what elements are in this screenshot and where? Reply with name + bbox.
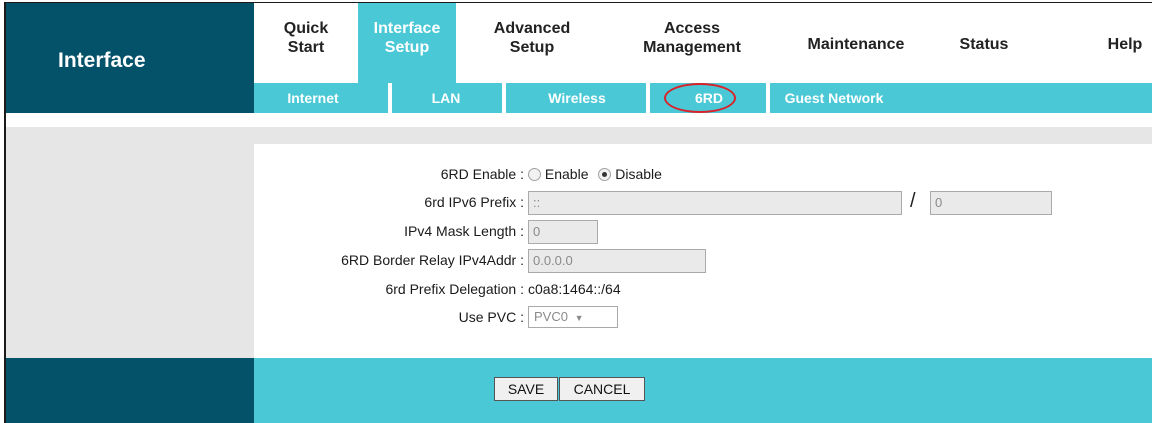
disable-radio[interactable] bbox=[598, 168, 612, 181]
ipv6-prefix-label: 6rd IPv6 Prefix : bbox=[424, 194, 524, 210]
nav-label: Advanced bbox=[493, 20, 571, 37]
pvc-select[interactable]: PVC0 ▼ bbox=[528, 306, 618, 328]
prefix-separator: / bbox=[910, 190, 916, 212]
content-sidebar bbox=[6, 144, 254, 358]
footer-bar: SAVE CANCEL bbox=[254, 358, 1152, 423]
nav-label: Setup bbox=[509, 39, 555, 56]
chevron-down-icon: ▼ bbox=[574, 313, 584, 323]
subnav-divider bbox=[502, 83, 506, 113]
subnav-6rd[interactable]: 6RD bbox=[664, 83, 754, 113]
use-pvc-label: Use PVC : bbox=[458, 309, 524, 325]
footer-sidebar bbox=[6, 358, 254, 423]
nav-label: Management bbox=[643, 39, 741, 56]
sub-navigation: Internet LAN Wireless 6RD Guest Network bbox=[254, 83, 1152, 113]
ipv4-mask-label: IPv4 Mask Length : bbox=[404, 223, 524, 239]
enable-option-label: Enable bbox=[544, 166, 589, 182]
row-use-pvc: Use PVC : PVC0 ▼ bbox=[254, 306, 1152, 330]
top-navigation: Quick Start Interface Setup Advanced Set… bbox=[254, 3, 1152, 83]
router-admin-page: Interface Quick Start Interface Setup Ad… bbox=[4, 2, 1152, 423]
nav-maintenance[interactable]: Maintenance bbox=[788, 35, 924, 54]
nav-quick-start[interactable]: Quick Start bbox=[276, 19, 336, 57]
ipv6-prefix-length-input[interactable]: 0 bbox=[930, 191, 1052, 215]
subnav-guest-network[interactable]: Guest Network bbox=[774, 83, 894, 113]
prefix-delegation-value: c0a8:1464::/64 bbox=[528, 281, 621, 297]
enable-radio-group: Enable Disable bbox=[528, 166, 662, 182]
row-ipv6-prefix: 6rd IPv6 Prefix : :: / 0 bbox=[254, 190, 1152, 215]
subnav-lan[interactable]: LAN bbox=[402, 83, 490, 113]
header-sidebar: Interface bbox=[6, 3, 254, 113]
page-title: Interface bbox=[58, 49, 146, 72]
nav-access-management[interactable]: Access Management bbox=[626, 19, 758, 57]
6rd-enable-label: 6RD Enable : bbox=[440, 166, 524, 182]
cancel-button[interactable]: CANCEL bbox=[559, 377, 645, 401]
save-button[interactable]: SAVE bbox=[494, 377, 558, 401]
row-6rd-enable: 6RD Enable : Enable Disable bbox=[254, 163, 1152, 187]
subnav-divider bbox=[646, 83, 650, 113]
nav-label: Interface bbox=[373, 20, 441, 37]
6rd-settings-form: 6RD Enable : Enable Disable 6rd IPv6 Pre… bbox=[254, 144, 1152, 358]
pvc-select-value: PVC0 bbox=[534, 309, 568, 324]
nav-label: Access bbox=[663, 20, 721, 37]
content-top-strip bbox=[6, 127, 1152, 144]
subnav-divider bbox=[388, 83, 392, 113]
subnav-divider bbox=[766, 83, 770, 113]
nav-label: Quick bbox=[283, 20, 329, 37]
disable-option-label: Disable bbox=[615, 166, 662, 182]
row-border-relay: 6RD Border Relay IPv4Addr : 0.0.0.0 bbox=[254, 249, 1152, 273]
row-prefix-delegation: 6rd Prefix Delegation : c0a8:1464::/64 bbox=[254, 278, 1152, 302]
nav-status[interactable]: Status bbox=[944, 35, 1024, 54]
nav-label: Setup bbox=[384, 39, 430, 56]
row-ipv4-mask: IPv4 Mask Length : 0 bbox=[254, 220, 1152, 244]
prefix-delegation-label: 6rd Prefix Delegation : bbox=[385, 281, 524, 297]
ipv6-prefix-input[interactable]: :: bbox=[528, 191, 902, 215]
border-relay-input[interactable]: 0.0.0.0 bbox=[528, 249, 706, 273]
subnav-internet[interactable]: Internet bbox=[268, 83, 358, 113]
nav-help[interactable]: Help bbox=[1100, 35, 1150, 54]
ipv4-mask-input[interactable]: 0 bbox=[528, 220, 598, 244]
nav-interface-setup[interactable]: Interface Setup bbox=[358, 3, 456, 83]
enable-radio[interactable] bbox=[528, 168, 541, 181]
nav-advanced-setup[interactable]: Advanced Setup bbox=[482, 19, 582, 57]
subnav-wireless[interactable]: Wireless bbox=[522, 83, 632, 113]
nav-label: Start bbox=[287, 39, 325, 56]
border-relay-label: 6RD Border Relay IPv4Addr : bbox=[341, 252, 524, 268]
